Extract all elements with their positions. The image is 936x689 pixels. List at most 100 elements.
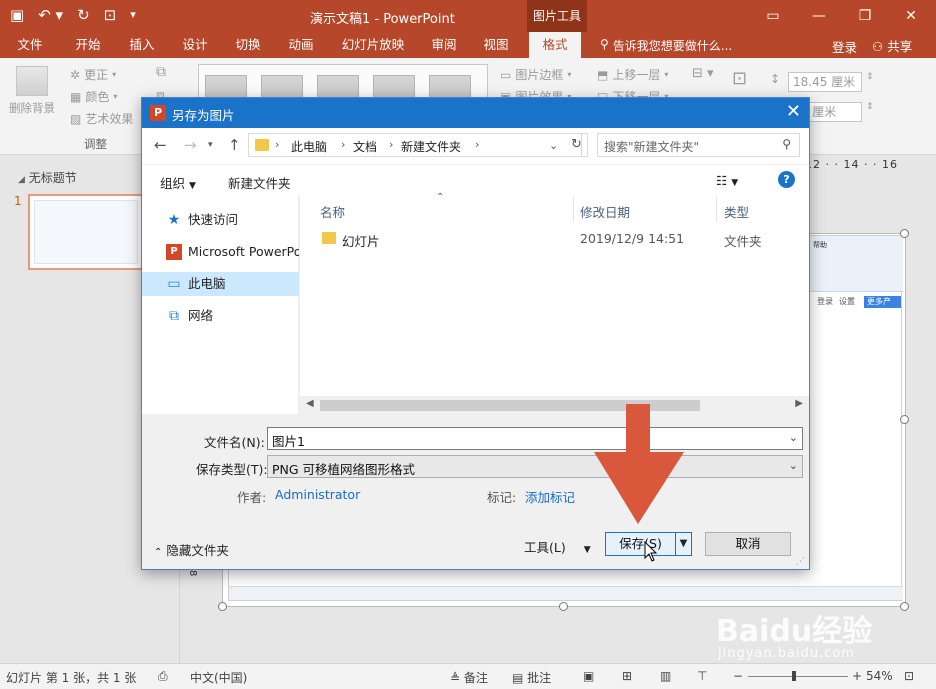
chevron-down-icon[interactable]: ⌄ <box>789 431 798 444</box>
save-options-dropdown[interactable]: ▼ <box>675 532 692 556</box>
search-input[interactable]: 搜索"新建文件夹" ⚲ <box>597 133 800 157</box>
help-icon[interactable]: ? <box>778 171 795 188</box>
tab-design[interactable]: 设计 <box>169 32 221 58</box>
share-button[interactable]: ⚇ 共享 <box>872 36 912 55</box>
breadcrumb-documents[interactable]: 文档 <box>353 138 377 155</box>
slide-thumbnail[interactable] <box>28 194 144 270</box>
art-icon: ▨ <box>70 111 82 126</box>
bring-forward-button[interactable]: ⬒ 上移一层 ▾ <box>597 66 668 83</box>
address-bar[interactable]: › 此电脑 › 文档 › 新建文件夹 › ⌄ <box>248 133 582 157</box>
watermark-brand: Baidu经验 <box>716 614 873 649</box>
organize-label: 组织 <box>160 176 186 191</box>
customize-qat-icon[interactable]: ▾ <box>130 5 136 25</box>
height-input[interactable]: 18.45 厘米 <box>788 72 862 92</box>
compress-pictures-icon[interactable]: ⧉ <box>156 64 166 80</box>
ribbon-display-options-icon[interactable]: ▭ <box>750 0 796 32</box>
tab-view[interactable]: 视图 <box>470 32 522 58</box>
undo-icon[interactable]: ↶ ▾ <box>38 5 63 25</box>
breadcrumb-this-pc[interactable]: 此电脑 <box>291 138 327 155</box>
notes-button[interactable]: ≜ 备注 <box>450 669 488 686</box>
height-spinner-icon[interactable]: ⇕ <box>866 72 874 82</box>
scroll-right-icon[interactable]: ▶ <box>795 398 803 409</box>
save-icon[interactable]: ▣ <box>10 5 24 25</box>
save-button[interactable]: 保存(S) <box>605 532 676 556</box>
tab-review[interactable]: 审阅 <box>418 32 470 58</box>
filetype-select[interactable]: PNG 可移植网络图形格式 ⌄ <box>267 455 803 478</box>
resize-grip-icon[interactable]: ⋰ <box>796 557 805 567</box>
tab-file[interactable]: 文件 <box>8 32 52 58</box>
slideshow-view-icon[interactable]: ⊤ <box>697 669 707 683</box>
zoom-slider[interactable] <box>748 676 848 677</box>
author-value[interactable]: Administrator <box>275 487 360 502</box>
width-spinner-icon[interactable]: ⇕ <box>866 102 874 112</box>
column-header-date[interactable]: 修改日期 <box>580 202 630 221</box>
cancel-button[interactable]: 取消 <box>705 532 791 556</box>
redo-icon[interactable]: ↻ <box>77 5 90 25</box>
zoom-out-icon[interactable]: − <box>733 669 743 683</box>
nav-this-pc[interactable]: ▭ 此电脑 <box>142 272 299 296</box>
organize-button[interactable]: 组织 ▼ <box>160 173 196 192</box>
tab-insert[interactable]: 插入 <box>116 32 168 58</box>
horizontal-scrollbar[interactable]: ◀ ▶ <box>300 396 809 414</box>
login-link[interactable]: 登录 <box>832 37 857 56</box>
tab-transitions[interactable]: 切换 <box>222 32 274 58</box>
tab-slideshow[interactable]: 幻灯片放映 <box>334 32 412 58</box>
refresh-icon[interactable]: ↻ <box>566 133 588 157</box>
tell-me-search[interactable]: ⚲ 告诉我您想要做什么... <box>600 37 732 54</box>
zoom-slider-thumb[interactable] <box>792 671 796 681</box>
resize-handle[interactable] <box>218 602 227 611</box>
resize-handle[interactable] <box>900 415 909 424</box>
filename-input[interactable]: 图片1 ⌄ <box>267 427 803 450</box>
fit-to-window-icon[interactable]: ⊡ <box>904 669 914 683</box>
spellcheck-icon[interactable]: ⎙ <box>158 669 168 684</box>
artistic-effects-button[interactable]: ▨ 艺术效果 <box>70 110 133 127</box>
remove-background-button[interactable]: 删除背景 <box>6 66 58 116</box>
tab-animations[interactable]: 动画 <box>275 32 327 58</box>
align-icon[interactable]: ⊟ ▾ <box>692 66 714 81</box>
reading-view-icon[interactable]: ▥ <box>660 669 671 683</box>
comments-button[interactable]: ▤ 批注 <box>512 669 551 686</box>
zoom-in-icon[interactable]: + <box>852 669 862 683</box>
tools-dropdown[interactable]: 工具(L) ▼ <box>524 537 591 556</box>
slide-sorter-icon[interactable]: ⊞ <box>622 669 632 683</box>
nav-quick-access[interactable]: ★ 快速访问 <box>142 208 299 232</box>
tab-format[interactable]: 格式 <box>529 32 581 58</box>
corrections-button[interactable]: ✲ 更正 ▾ <box>70 66 116 83</box>
close-icon[interactable]: ✕ <box>786 102 801 122</box>
tab-home[interactable]: 开始 <box>62 32 114 58</box>
close-window-icon[interactable]: ✕ <box>888 0 934 32</box>
crop-icon[interactable]: ⊡ <box>732 68 747 89</box>
restore-icon[interactable]: ❐ <box>842 0 888 32</box>
column-separator[interactable] <box>573 196 574 222</box>
hide-folders-toggle[interactable]: ⌃ 隐藏文件夹 <box>154 540 229 559</box>
column-header-type[interactable]: 类型 <box>724 202 749 221</box>
color-button[interactable]: ▦ 颜色 ▾ <box>70 88 117 105</box>
new-folder-button[interactable]: 新建文件夹 <box>228 173 291 192</box>
up-arrow-icon[interactable]: ↑ <box>228 136 241 154</box>
breadcrumb-new-folder[interactable]: 新建文件夹 <box>401 138 461 155</box>
recent-locations-icon[interactable]: ▾ <box>208 140 213 150</box>
forward-arrow-icon[interactable]: → <box>184 136 197 154</box>
language-indicator[interactable]: 中文(中国) <box>190 669 247 686</box>
picture-browser-toolbar: 帮助 <box>809 236 903 292</box>
start-from-beginning-icon[interactable]: ⊡ <box>104 5 117 25</box>
nav-network[interactable]: ⧉ 网络 <box>142 304 299 328</box>
section-header[interactable]: ◢ 无标题节 <box>18 169 77 186</box>
minimize-icon[interactable]: — <box>796 0 842 32</box>
view-options-icon[interactable]: ☷ ▼ <box>716 173 738 188</box>
lightbulb-icon: ⚲ <box>600 37 609 51</box>
chevron-down-icon[interactable]: ⌄ <box>549 139 558 152</box>
zoom-level[interactable]: 54% <box>866 669 893 683</box>
table-row[interactable]: 幻灯片 2019/12/9 14:51 文件夹 <box>300 228 809 250</box>
add-tags-link[interactable]: 添加标记 <box>525 487 575 506</box>
nav-microsoft-powerpoint[interactable]: P Microsoft PowerPo <box>142 240 299 264</box>
back-arrow-icon[interactable]: ← <box>154 136 167 154</box>
normal-view-icon[interactable]: ▣ <box>583 669 594 683</box>
scroll-left-icon[interactable]: ◀ <box>306 398 314 409</box>
picture-border-button[interactable]: ▭ 图片边框 ▾ <box>500 66 571 83</box>
column-separator[interactable] <box>716 196 717 222</box>
resize-handle[interactable] <box>559 602 568 611</box>
resize-handle[interactable] <box>900 229 909 238</box>
column-header-name[interactable]: 名称 <box>320 202 345 221</box>
comment-icon: ▤ <box>512 671 524 685</box>
